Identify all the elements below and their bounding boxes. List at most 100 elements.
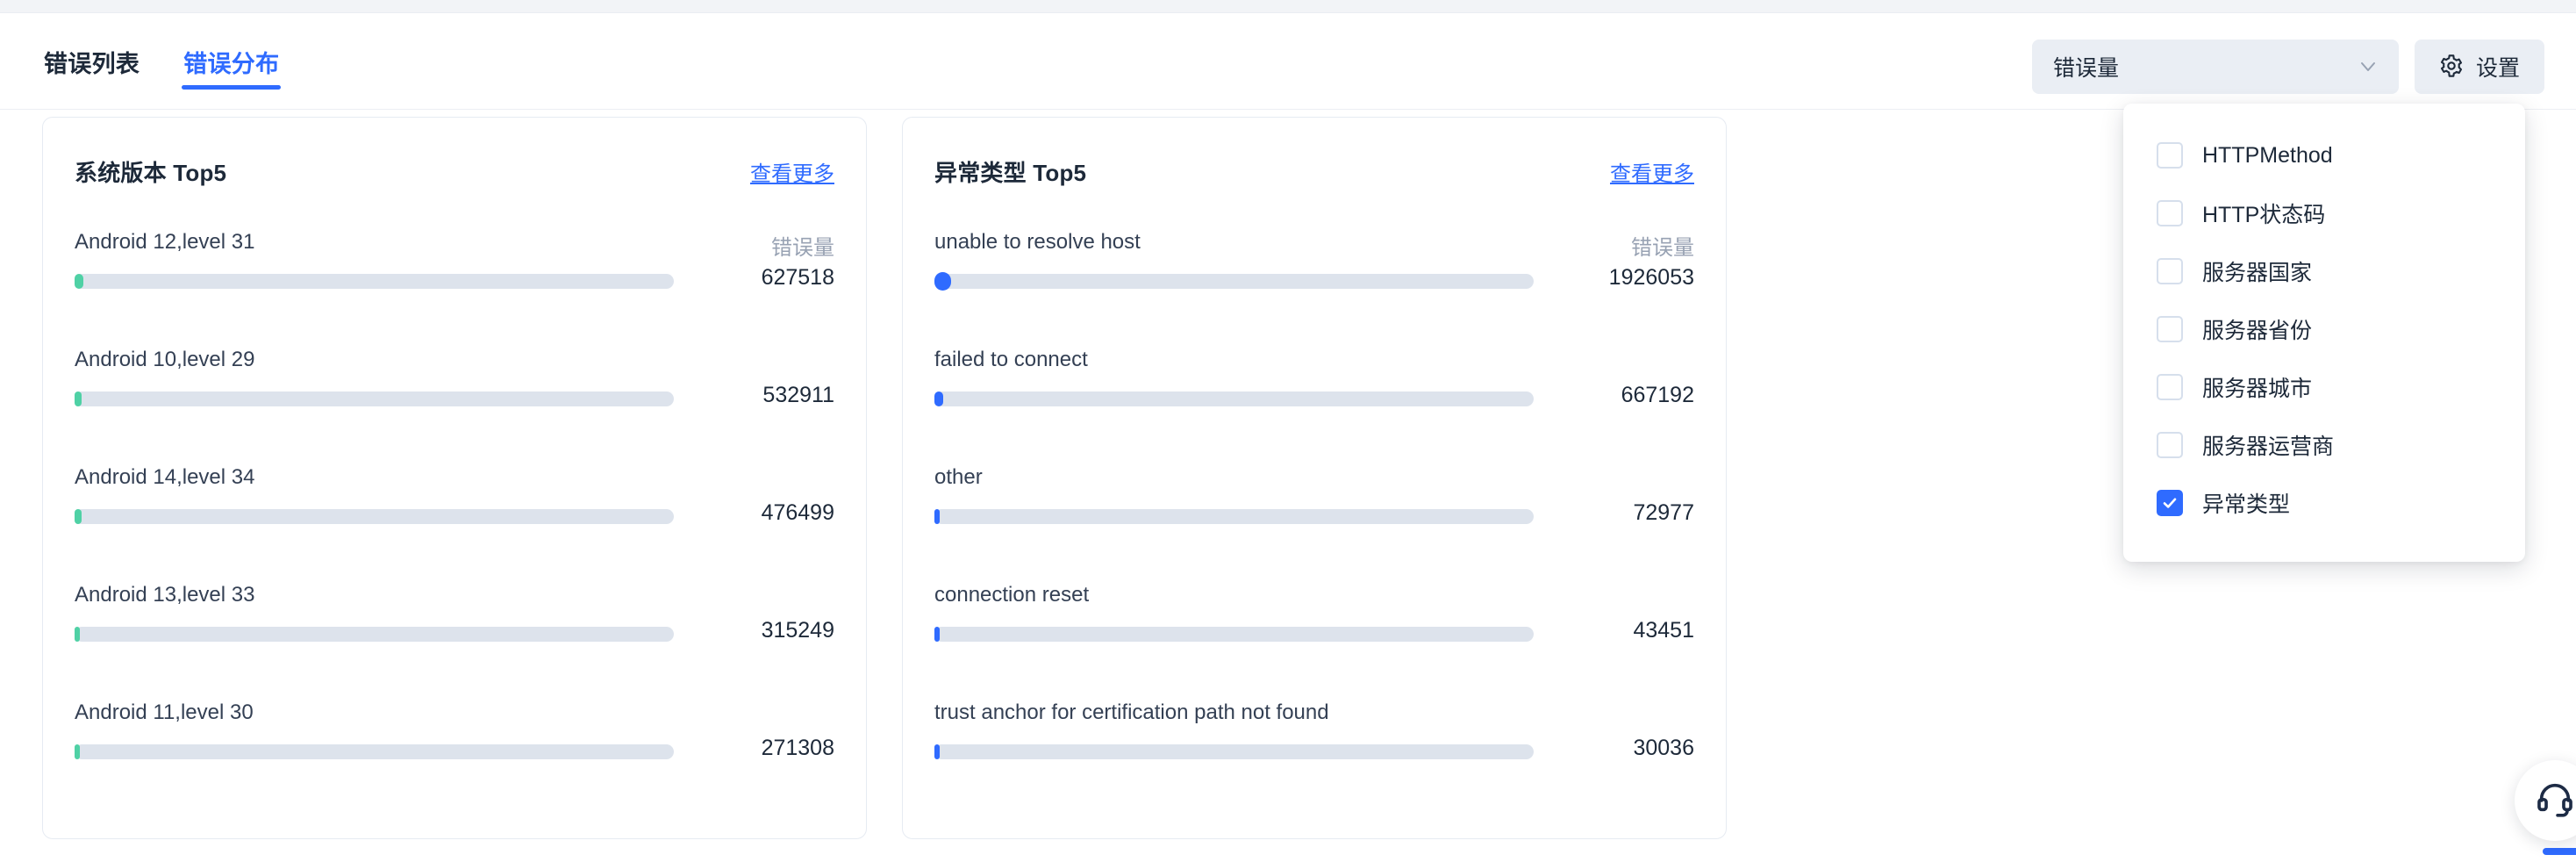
progress-bar-track — [934, 272, 1534, 291]
dropdown-item-label: HTTP状态码 — [2202, 203, 2326, 227]
stat-row-value: 271308 — [761, 736, 834, 760]
stat-row-value: 72977 — [1633, 500, 1694, 525]
dropdown-item-label: 服务器国家 — [2202, 261, 2313, 285]
progress-bar-fill — [934, 627, 940, 642]
support-accent-bar — [2543, 848, 2576, 855]
stat-row-label: Android 12,level 31 — [75, 230, 255, 254]
progress-bar-fill — [75, 627, 81, 642]
stat-row: Android 11,level 30 271308 — [75, 700, 834, 818]
stat-row-value: 315249 — [761, 618, 834, 643]
stat-row-label: other — [934, 465, 983, 489]
checkbox-icon[interactable] — [2157, 374, 2183, 400]
progress-bar-track — [934, 391, 1534, 406]
metric-select[interactable]: 错误量 — [2032, 40, 2399, 94]
card-title: 系统版本 Top5 — [75, 159, 227, 186]
stat-row: Android 13,level 33 315249 — [75, 583, 834, 700]
stat-row: Android 12,level 31 错误量 627518 — [75, 230, 834, 348]
metric-column-header: 错误量 — [771, 236, 834, 260]
card-header: 异常类型 Top5 查看更多 — [934, 144, 1694, 198]
progress-bar-track — [75, 509, 674, 524]
toolbar: 错误量 设置 — [2032, 40, 2544, 94]
progress-bar-fill — [75, 391, 82, 406]
progress-bar-track — [75, 627, 674, 642]
checkbox-icon[interactable] — [2157, 200, 2183, 226]
dropdown-item[interactable]: HTTP状态码 — [2123, 184, 2525, 242]
tab-list: 错误列表 错误分布 — [42, 13, 282, 110]
settings-button-label: 设置 — [2475, 56, 2520, 81]
stat-row-value: 532911 — [762, 383, 834, 407]
stat-card: 系统版本 Top5 查看更多 Android 12,level 31 错误量 62751… — [42, 117, 867, 839]
progress-bar-fill — [934, 509, 940, 524]
dropdown-item-label: 异常类型 — [2202, 492, 2291, 517]
progress-bar-fill — [75, 509, 82, 524]
chevron-down-icon — [2358, 57, 2378, 76]
stat-card: 异常类型 Top5 查看更多 unable to resolve host 错误量 19… — [902, 117, 1727, 839]
progress-bar-fill — [75, 744, 80, 759]
dropdown-item[interactable]: HTTPMethod — [2123, 126, 2525, 184]
progress-bar-fill — [934, 272, 952, 291]
view-more-link[interactable]: 查看更多 — [1610, 156, 1694, 187]
card-row-list: unable to resolve host 错误量 1926053 failed t… — [934, 230, 1694, 818]
progress-bar-track — [934, 509, 1534, 524]
stat-row-value: 30036 — [1633, 736, 1694, 760]
progress-bar-fill — [75, 274, 83, 289]
stat-row: Android 10,level 29 532911 — [75, 348, 834, 465]
stat-row-label: connection reset — [934, 583, 1090, 607]
stat-row-label: Android 10,level 29 — [75, 348, 255, 371]
stat-row-label: failed to connect — [934, 348, 1088, 371]
metric-column-header: 错误量 — [1631, 236, 1694, 260]
progress-bar-track — [75, 274, 674, 289]
checkbox-icon[interactable] — [2157, 258, 2183, 284]
checkbox-icon[interactable] — [2157, 142, 2183, 169]
stat-row: Android 14,level 34 476499 — [75, 465, 834, 583]
card-row-list: Android 12,level 31 错误量 627518 Android 10,l… — [75, 230, 834, 818]
stat-row-value: 1926053 — [1608, 265, 1694, 290]
metric-select-value: 错误量 — [2053, 56, 2120, 81]
tab-label: 错误列表 — [44, 50, 140, 77]
window-top-strip — [0, 0, 2576, 13]
dropdown-item-label: 服务器城市 — [2202, 377, 2313, 401]
tab-label: 错误分布 — [183, 50, 280, 77]
checkbox-icon[interactable] — [2157, 432, 2183, 458]
dropdown-item[interactable]: 服务器运营商 — [2123, 416, 2525, 474]
view-more-link[interactable]: 查看更多 — [750, 156, 834, 187]
stat-row-label: unable to resolve host — [934, 230, 1141, 254]
stat-row-label: Android 11,level 30 — [75, 700, 254, 724]
stat-row: other 72977 — [934, 465, 1694, 583]
progress-bar-track — [75, 391, 674, 406]
stat-row-value: 43451 — [1633, 618, 1694, 643]
progress-bar-track — [934, 627, 1534, 642]
cards-container: 系统版本 Top5 查看更多 Android 12,level 31 错误量 62751… — [42, 117, 1727, 839]
dropdown-item[interactable]: 服务器城市 — [2123, 358, 2525, 416]
stat-row: unable to resolve host 错误量 1926053 — [934, 230, 1694, 348]
progress-bar-fill — [934, 391, 943, 406]
dropdown-item-label: HTTPMethod — [2202, 142, 2333, 168]
gear-icon — [2439, 54, 2464, 81]
card-title: 异常类型 Top5 — [934, 159, 1087, 186]
checkbox-icon[interactable] — [2157, 316, 2183, 342]
stat-row-value: 667192 — [1621, 383, 1694, 407]
settings-button[interactable]: 设置 — [2415, 40, 2544, 94]
stat-row: trust anchor for certification path not … — [934, 700, 1694, 818]
dropdown-item-label: 服务器省份 — [2202, 319, 2313, 343]
dropdown-item[interactable]: 服务器省份 — [2123, 300, 2525, 358]
stat-row-label: Android 14,level 34 — [75, 465, 255, 489]
progress-bar-track — [75, 744, 674, 759]
dropdown-item[interactable]: 异常类型 — [2123, 474, 2525, 532]
stat-row-value: 476499 — [761, 500, 834, 525]
card-header: 系统版本 Top5 查看更多 — [75, 144, 834, 198]
stat-row: connection reset 43451 — [934, 583, 1694, 700]
dropdown-item-label: 服务器运营商 — [2202, 435, 2335, 459]
stat-row-label: trust anchor for certification path not … — [934, 700, 1329, 724]
support-widget-button[interactable] — [2515, 760, 2576, 841]
stat-row: failed to connect 667192 — [934, 348, 1694, 465]
stat-row-value: 627518 — [761, 265, 834, 290]
tab-error-distribution[interactable]: 错误分布 — [182, 13, 282, 110]
stat-row-label: Android 13,level 33 — [75, 583, 255, 607]
progress-bar-fill — [934, 744, 940, 759]
progress-bar-track — [934, 744, 1534, 759]
tab-error-list[interactable]: 错误列表 — [42, 13, 141, 110]
dropdown-item[interactable]: 服务器国家 — [2123, 242, 2525, 300]
headset-icon — [2535, 779, 2575, 823]
checkbox-checked-icon[interactable] — [2157, 490, 2183, 516]
